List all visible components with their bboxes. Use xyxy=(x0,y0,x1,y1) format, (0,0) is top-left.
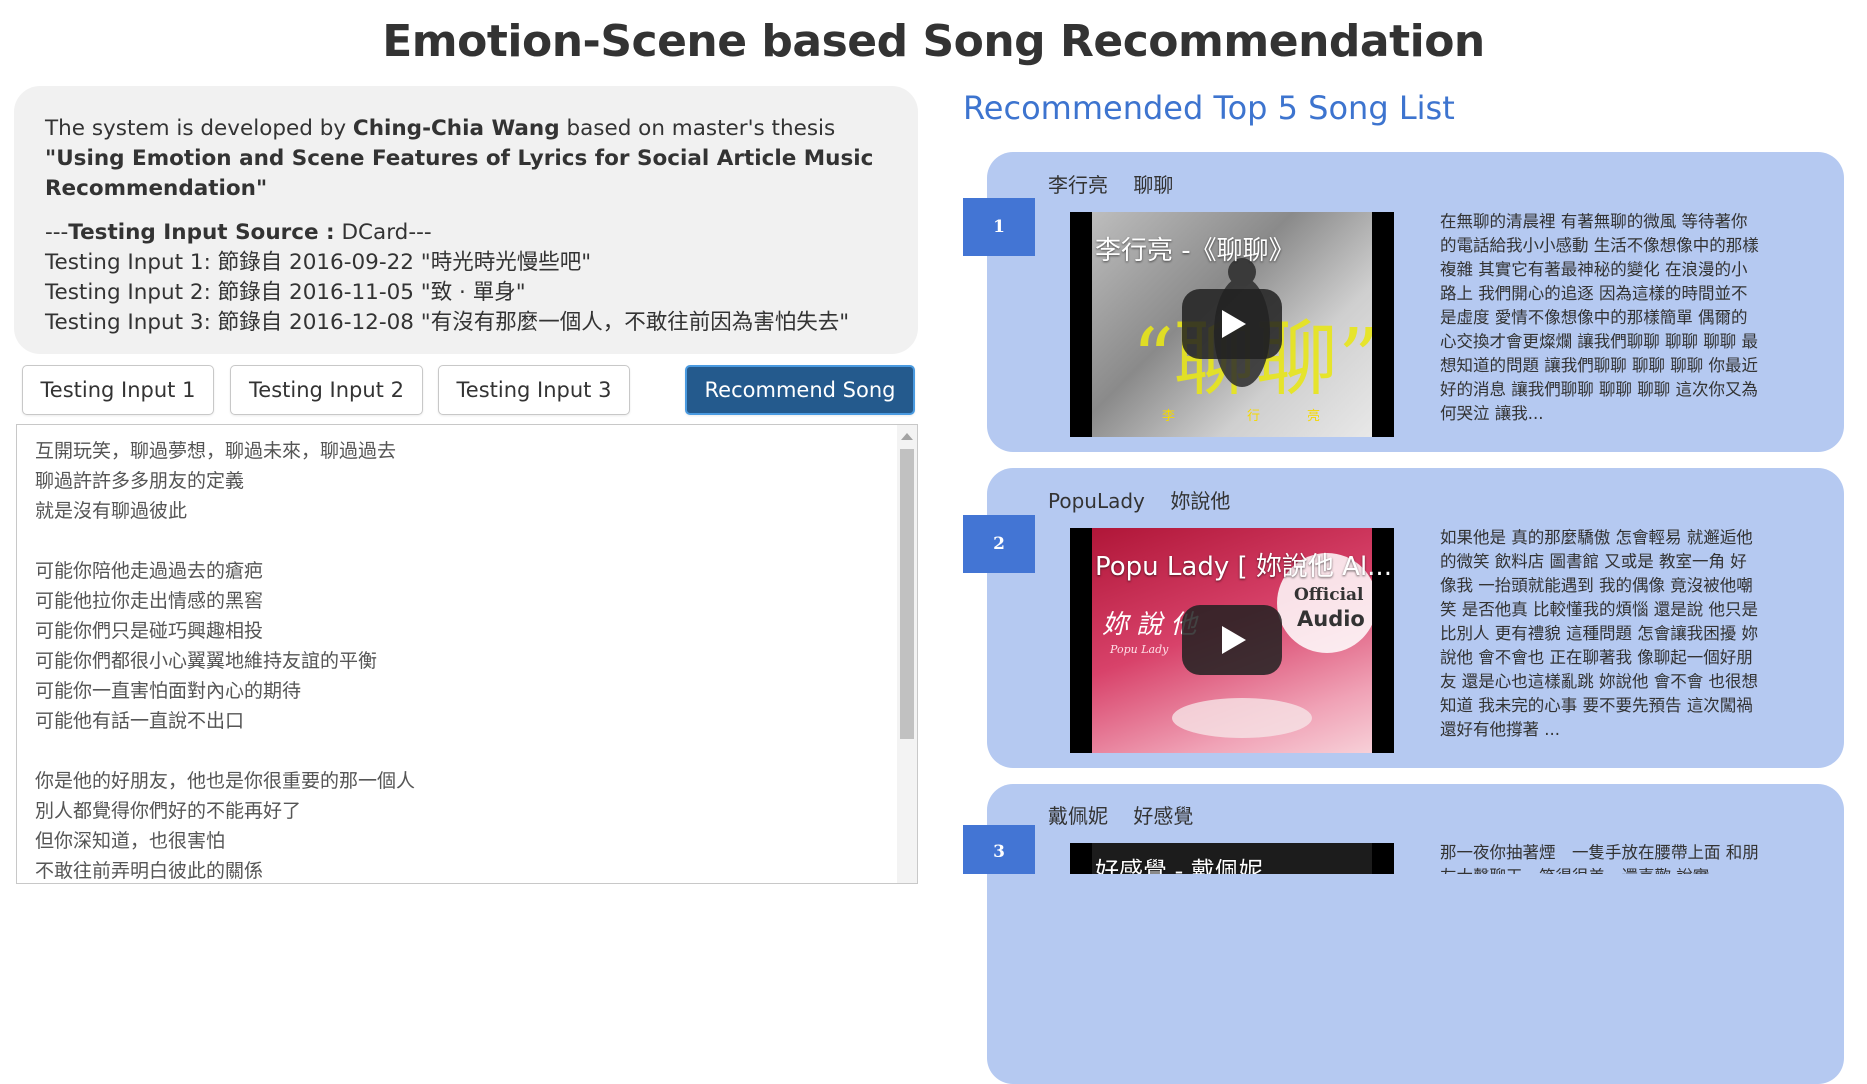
video-title-3: 好感覺 - 戴佩妮 xyxy=(1095,857,1263,874)
testing-input-desc-3: Testing Input 3: 節錄自 2016-12-08 "有沒有那麼一個… xyxy=(45,310,850,335)
lyrics-input-text[interactable]: 互開玩笑，聊過夢想，聊過未來，聊過過去 聊過許許多多朋友的定義 就是沒有聊過彼此… xyxy=(35,436,895,883)
testing-input-3-button[interactable]: Testing Input 3 xyxy=(438,365,630,415)
svg-text:Official: Official xyxy=(1294,585,1364,605)
testing-input-desc-1: Testing Input 1: 節錄自 2016-09-22 "時光時光慢些吧… xyxy=(45,250,592,275)
rank-badge-3: 3 xyxy=(963,825,1035,874)
intro-prefix: The system is developed by xyxy=(45,116,353,141)
play-icon[interactable] xyxy=(1182,605,1282,675)
svg-text:Popu Lady: Popu Lady xyxy=(1109,643,1169,656)
intro-text: The system is developed by Ching-Chia Wa… xyxy=(45,114,888,204)
textarea-scrollbar[interactable] xyxy=(897,425,917,883)
source-prefix: --- xyxy=(45,220,69,245)
svg-text:Audio: Audio xyxy=(1297,607,1365,631)
video-title-2: Popu Lady [ 妳說他 Al... xyxy=(1095,552,1392,582)
testing-input-1-button[interactable]: Testing Input 1 xyxy=(22,365,214,415)
testing-input-2-button[interactable]: Testing Input 2 xyxy=(230,365,423,415)
video-player-3[interactable]: 好感覺 - 戴佩妮 xyxy=(1070,843,1394,874)
song-header-3: 戴佩妮 好感覺 xyxy=(1048,804,1194,828)
svg-text:李: 李 xyxy=(1162,409,1175,424)
lyrics-snippet-1: 在無聊的清晨裡 有著無聊的微風 等待著你的電話給我小小感動 生活不像想像中的那樣… xyxy=(1440,212,1759,423)
source-line: ---Testing Input Source : DCard--- xyxy=(45,218,888,248)
play-icon[interactable] xyxy=(1182,289,1282,359)
svg-text:行: 行 xyxy=(1247,409,1260,424)
svg-text:亮: 亮 xyxy=(1307,408,1320,424)
page-title: Emotion-Scene based Song Recommendation xyxy=(382,16,1485,67)
source-label: Testing Input Source : xyxy=(68,220,335,245)
scroll-thumb[interactable] xyxy=(900,449,914,739)
scroll-up-arrow-icon[interactable] xyxy=(901,433,913,440)
source-value: DCard--- xyxy=(334,220,432,245)
recommend-song-button[interactable]: Recommend Song xyxy=(685,365,915,415)
video-player-2[interactable]: Official Audio 妳 說 他 Popu Lady Popu Lady… xyxy=(1070,528,1394,753)
author-name: Ching-Chia Wang xyxy=(352,116,560,141)
video-player-1[interactable]: “聊聊” 李 行 亮 李行亮 -《聊聊》 xyxy=(1070,212,1394,437)
lyrics-input[interactable]: 互開玩笑，聊過夢想，聊過未來，聊過過去 聊過許許多多朋友的定義 就是沒有聊過彼此… xyxy=(16,424,918,884)
song-card-3 xyxy=(987,784,1844,1084)
testing-input-desc-2: Testing Input 2: 節錄自 2016-11-05 "致 · 單身" xyxy=(45,280,526,305)
intro-mid: based on master's thesis xyxy=(559,116,836,141)
rank-badge-2: 2 xyxy=(963,515,1035,573)
song-header-2: PopuLady 妳說他 xyxy=(1048,489,1231,513)
recommendation-heading: Recommended Top 5 Song List xyxy=(963,89,1455,127)
lyrics-snippet-2: 如果他是 真的那麼驕傲 怎會輕易 就邂逅他的微笑 飲料店 圖書館 又或是 教室一… xyxy=(1440,528,1758,739)
song-header-1: 李行亮 聊聊 xyxy=(1048,173,1174,197)
thesis-title: "Using Emotion and Scene Features of Lyr… xyxy=(45,146,874,201)
video-title-1: 李行亮 -《聊聊》 xyxy=(1095,236,1295,266)
info-panel: The system is developed by Ching-Chia Wa… xyxy=(14,86,918,354)
rank-badge-1: 1 xyxy=(963,198,1035,256)
lyrics-snippet-3: 那一夜你抽著煙 一隻手放在腰帶上面 和朋友大聲聊天 笑得很美 還喜歡 說實... xyxy=(1440,843,1759,874)
